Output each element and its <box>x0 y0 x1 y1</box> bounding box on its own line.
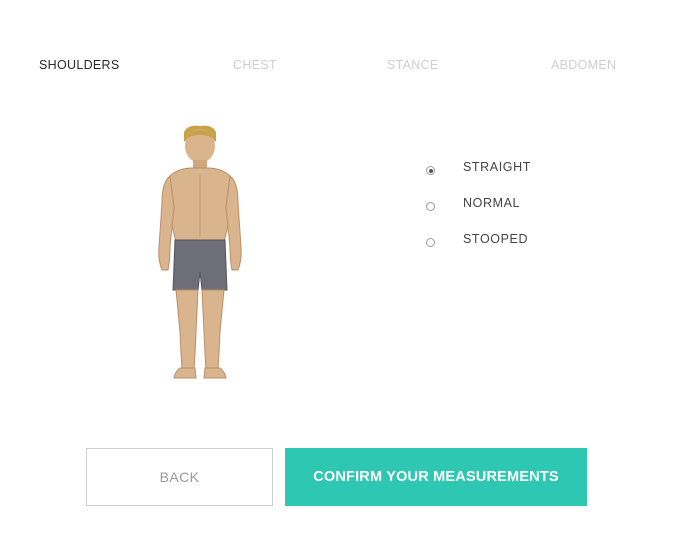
option-stooped[interactable]: STOOPED <box>424 232 531 268</box>
tab-stance[interactable]: STANCE <box>387 58 439 72</box>
measurement-tabs: SHOULDERS CHEST STANCE ABDOMEN <box>0 58 673 84</box>
option-normal[interactable]: NORMAL <box>424 196 531 232</box>
back-button[interactable]: BACK <box>86 448 273 506</box>
radio-normal[interactable] <box>426 202 435 211</box>
option-straight-label: STRAIGHT <box>463 160 531 174</box>
option-normal-label: NORMAL <box>463 196 521 210</box>
tab-chest[interactable]: CHEST <box>233 58 277 72</box>
man-back-view-illustration <box>158 125 242 379</box>
tab-abdomen[interactable]: ABDOMEN <box>551 58 616 72</box>
tab-shoulders[interactable]: SHOULDERS <box>39 58 120 72</box>
radio-straight[interactable] <box>426 166 435 175</box>
option-stooped-label: STOOPED <box>463 232 529 246</box>
radio-stooped[interactable] <box>426 238 435 247</box>
body-figure-illustration <box>150 122 250 384</box>
shoulder-type-options: STRAIGHT NORMAL STOOPED <box>424 160 531 268</box>
confirm-measurements-button[interactable]: CONFIRM YOUR MEASUREMENTS <box>285 448 587 506</box>
option-straight[interactable]: STRAIGHT <box>424 160 531 196</box>
